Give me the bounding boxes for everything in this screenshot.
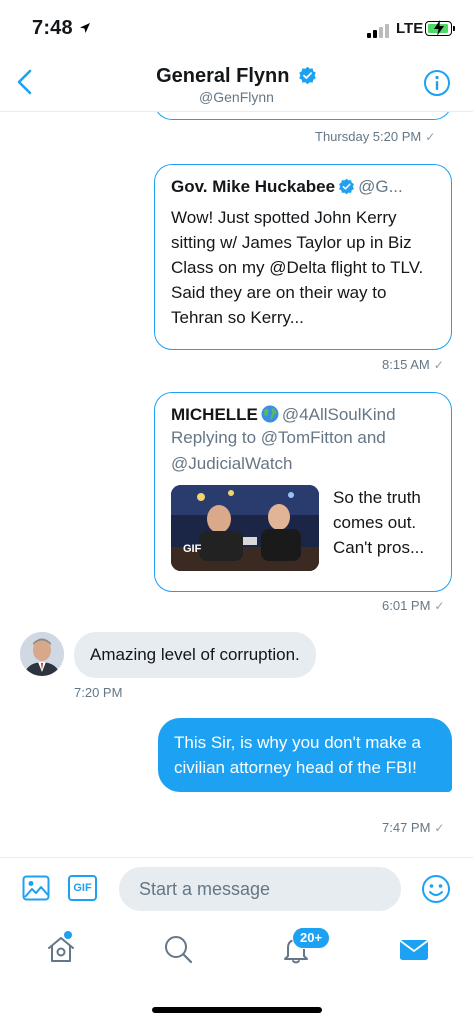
tweet-author-name: Gov. Mike Huckabee bbox=[171, 177, 336, 196]
tweet-author-handle: @4AllSoulKind bbox=[281, 405, 396, 424]
conversation-thread[interactable]: Thursday 5:20 PM ✓ Gov. Mike Huckabee @G.… bbox=[0, 112, 473, 857]
tweet-media-row: GIF So the truth comes out. Can't pros..… bbox=[171, 485, 435, 577]
status-bar: 7:48 LTE bbox=[0, 0, 473, 58]
signal-icon bbox=[367, 24, 393, 38]
message-timestamp: Thursday 5:20 PM ✓ bbox=[315, 129, 436, 144]
messages-envelope-icon[interactable] bbox=[398, 933, 430, 965]
location-arrow-icon bbox=[80, 23, 90, 33]
sent-message-bubble[interactable]: This Sir, is why you don't make a civili… bbox=[158, 718, 452, 792]
shared-tweet-card-gif[interactable]: MICHELLE @4AllSoulKind Replying to @TomF… bbox=[154, 392, 452, 592]
verified-badge-icon bbox=[299, 66, 316, 85]
message-input[interactable] bbox=[119, 867, 401, 911]
sent-check-icon: ✓ bbox=[434, 599, 445, 613]
gif-button[interactable]: GIF bbox=[68, 875, 97, 901]
message-timestamp: 8:15 AM ✓ bbox=[382, 357, 444, 372]
message-composer: GIF bbox=[0, 857, 473, 919]
status-time: 7:48 bbox=[32, 17, 73, 39]
gif-thumbnail[interactable]: GIF bbox=[171, 485, 319, 571]
network-label: LTE bbox=[396, 20, 424, 37]
sent-check-icon: ✓ bbox=[434, 821, 445, 835]
home-indicator bbox=[152, 1007, 322, 1013]
battery-tip bbox=[453, 26, 455, 31]
emoji-icon[interactable] bbox=[421, 874, 451, 904]
sent-check-icon: ✓ bbox=[425, 130, 436, 144]
received-message-bubble[interactable]: Amazing level of corruption. bbox=[74, 632, 316, 678]
reply-context: Replying to @TomFitton and @JudicialWatc… bbox=[171, 428, 386, 473]
tweet-author-handle: @G... bbox=[358, 177, 403, 196]
contact-avatar[interactable] bbox=[20, 632, 64, 676]
contact-handle: @GenFlynn bbox=[199, 89, 274, 105]
tweet-text: So the truth comes out. Can't pros... bbox=[333, 488, 425, 557]
home-unread-dot bbox=[64, 931, 72, 939]
tweet-author-name: MICHELLE bbox=[171, 405, 258, 424]
message-timestamp: 7:20 PM bbox=[74, 685, 123, 700]
header-title-row[interactable]: General Flynn bbox=[0, 65, 473, 88]
info-icon[interactable] bbox=[423, 69, 451, 97]
search-icon[interactable] bbox=[162, 933, 194, 965]
avatar-image bbox=[20, 632, 64, 676]
sent-check-icon: ✓ bbox=[433, 358, 444, 372]
globe-emoji-icon bbox=[261, 405, 279, 423]
shared-tweet-card[interactable]: Gov. Mike Huckabee @G... Wow! Just spott… bbox=[154, 164, 452, 350]
home-icon[interactable] bbox=[45, 933, 77, 965]
gif-scene-image bbox=[171, 485, 319, 571]
image-icon[interactable] bbox=[22, 875, 50, 901]
conversation-header: General Flynn @GenFlynn bbox=[0, 58, 473, 112]
verified-badge-icon bbox=[339, 178, 355, 195]
tweet-author-row: MICHELLE @4AllSoulKind bbox=[171, 405, 435, 425]
tweet-text: Wow! Just spotted John Kerry sitting w/ … bbox=[171, 208, 424, 327]
tweet-author-row: Gov. Mike Huckabee @G... bbox=[171, 177, 435, 197]
previous-tweet-card[interactable] bbox=[154, 112, 452, 120]
tab-bar: 20+ bbox=[0, 919, 473, 1024]
contact-name: General Flynn bbox=[156, 65, 290, 87]
battery-icon bbox=[425, 20, 452, 36]
notifications-badge: 20+ bbox=[292, 927, 331, 949]
message-timestamp: 7:47 PM ✓ bbox=[382, 820, 445, 835]
gif-label: GIF bbox=[183, 543, 202, 555]
message-timestamp: 6:01 PM ✓ bbox=[382, 598, 445, 613]
